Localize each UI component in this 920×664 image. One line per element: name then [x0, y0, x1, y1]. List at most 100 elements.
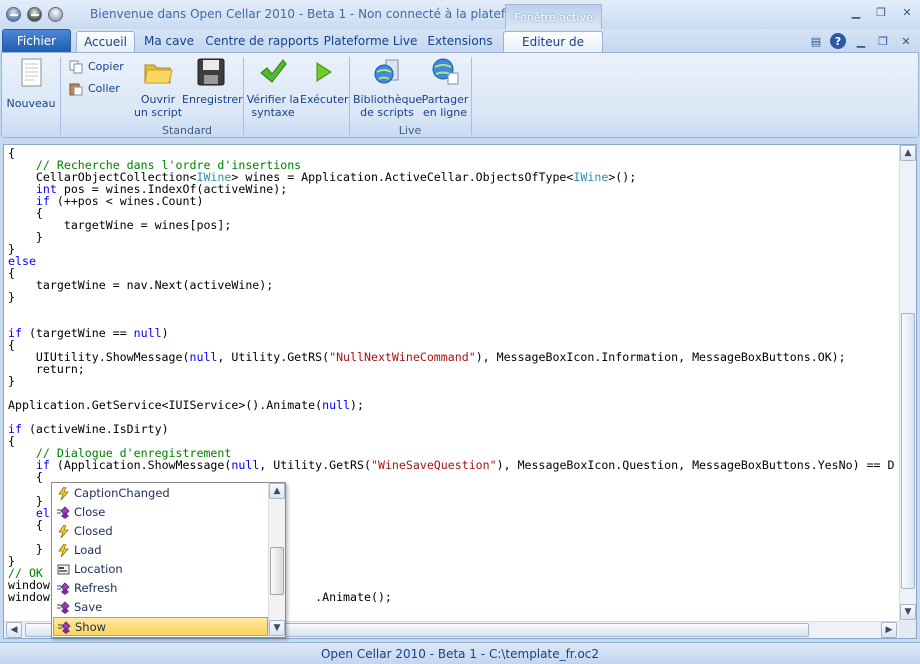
code-token: "NullNextWineCommand"	[329, 350, 476, 364]
autocomplete-item-refresh[interactable]: Refresh	[53, 579, 268, 598]
autocomplete-popup[interactable]: ▲ ▼ CaptionChanged Close Closed Load Locatio…	[51, 482, 286, 638]
mdi-close-icon[interactable]: ✕	[898, 33, 914, 49]
paste-icon	[69, 83, 83, 96]
close-icon[interactable]: ✕	[899, 6, 915, 20]
code-token: , Utility.GetRS(	[217, 350, 330, 364]
code-token: IWine	[573, 170, 609, 184]
autocomplete-item-label: Load	[74, 543, 102, 557]
scroll-up-arrow-icon[interactable]: ▲	[900, 145, 916, 161]
status-bar: Open Cellar 2010 - Beta 1 - C:\template_…	[0, 642, 920, 664]
code-line: }	[8, 243, 898, 255]
method-icon	[57, 506, 70, 519]
bibliotheque-scripts-button[interactable]: Bibliothèque de scripts	[353, 53, 423, 119]
autocomplete-item-label: Save	[74, 600, 103, 614]
scroll-left-arrow-icon[interactable]: ◀	[6, 622, 22, 638]
restore-icon[interactable]: ❐	[873, 6, 889, 20]
tab-ma-cave[interactable]: Ma cave	[140, 31, 198, 53]
code-token: Application.GetService<IUIService>().Ani…	[8, 398, 323, 412]
code-token: );	[350, 398, 364, 412]
autocomplete-item-location[interactable]: Location	[53, 560, 268, 579]
autocomplete-item-label: Refresh	[74, 581, 118, 595]
autocomplete-item-closed[interactable]: Closed	[53, 522, 268, 541]
window-title: Bienvenue dans Open Cellar 2010 - Beta 1…	[90, 7, 577, 21]
ouvrir-label-2: un script	[133, 106, 183, 119]
partager-en-ligne-button[interactable]: Partager en ligne	[421, 53, 469, 119]
popup-scrollbar[interactable]: ▲ ▼	[268, 483, 285, 637]
mdi-minimize-icon[interactable]: ▁	[853, 33, 869, 49]
nouveau-button[interactable]: Nouveau	[6, 53, 56, 110]
event-icon	[57, 486, 70, 501]
copier-label: Copier	[88, 60, 124, 73]
code-token: (Application.ShowMessage(	[49, 458, 232, 472]
autocomplete-item-load[interactable]: Load	[53, 541, 268, 560]
tab-accueil[interactable]: Accueil	[76, 31, 135, 53]
vertical-scrollbar[interactable]: ▲ ▼	[899, 145, 916, 621]
autocomplete-item-label: Show	[75, 620, 107, 634]
new-document-icon	[21, 58, 42, 87]
quick-minimize-orb-icon[interactable]	[27, 7, 42, 22]
code-token: targetWine = nav.Next(activeWine);	[8, 278, 274, 292]
tab-centre-de-rapports[interactable]: Centre de rapports	[205, 31, 319, 53]
title-bar: Bienvenue dans Open Cellar 2010 - Beta 1…	[0, 0, 920, 30]
file-menu-button[interactable]: Fichier	[2, 29, 71, 52]
executer-label: Exécuter	[300, 93, 349, 106]
property-icon	[57, 563, 70, 576]
popup-scroll-up-icon[interactable]: ▲	[269, 483, 285, 499]
code-line: if (++pos < wines.Count)	[8, 195, 898, 207]
autocomplete-item-label: Location	[74, 562, 123, 576]
coller-button[interactable]: Coller	[69, 81, 120, 97]
mdi-restore-icon[interactable]: ❐	[875, 33, 891, 49]
autocomplete-item-save[interactable]: Save	[53, 598, 268, 617]
code-line: UIUtility.ShowMessage(null, Utility.GetR…	[8, 351, 898, 363]
autocomplete-item-captionchanged[interactable]: CaptionChanged	[53, 484, 268, 503]
autocomplete-item-label: Close	[74, 505, 106, 519]
method-icon	[57, 582, 70, 595]
ribbon-separator	[60, 57, 61, 135]
method-icon	[57, 601, 70, 614]
vertical-scroll-thumb[interactable]	[901, 313, 915, 589]
quick-action-orb-icon[interactable]	[48, 7, 63, 22]
tab-plateforme-live[interactable]: Plateforme Live	[323, 31, 418, 53]
minimize-icon[interactable]: ▁	[848, 6, 864, 20]
bibliotheque-label-2: de scripts	[360, 106, 414, 119]
code-line: else	[8, 255, 898, 267]
autocomplete-item-label: Closed	[74, 524, 113, 538]
code-token: {	[8, 470, 43, 484]
play-icon	[316, 62, 332, 82]
code-token: return;	[8, 362, 85, 376]
verifier-syntaxe-button[interactable]: Vérifier la syntaxe	[246, 53, 300, 119]
app-menu-orb-icon[interactable]	[6, 7, 21, 22]
autocomplete-item-close[interactable]: Close	[53, 503, 268, 522]
code-line: if (activeWine.IsDirty)	[8, 423, 898, 435]
verifier-label-1: Vérifier la	[246, 93, 300, 106]
popup-scroll-thumb[interactable]	[270, 547, 284, 595]
popup-scroll-down-icon[interactable]: ▼	[269, 620, 285, 636]
help-icon[interactable]: ?	[830, 33, 846, 49]
code-token: ), MessageBoxIcon.Question, MessageBoxBu…	[496, 458, 895, 472]
code-token: >();	[608, 170, 637, 184]
code-line: }	[8, 291, 898, 303]
code-line: if (targetWine == null)	[8, 327, 898, 339]
enregistrer-label: Enregistrer	[182, 93, 243, 106]
partager-label-2: en ligne	[422, 106, 468, 119]
enregistrer-button[interactable]: Enregistrer	[182, 53, 243, 106]
autocomplete-item-show[interactable]: Show	[53, 617, 268, 636]
scroll-down-arrow-icon[interactable]: ▼	[900, 604, 916, 620]
tab-editeur-de-scripts[interactable]: Editeur de scripts	[503, 31, 603, 69]
code-token: ), MessageBoxIcon.Information, MessageBo…	[475, 350, 846, 364]
event-icon	[57, 524, 70, 539]
code-token: (activeWine.IsDirty)	[21, 422, 169, 436]
executer-button[interactable]: Exécuter	[300, 53, 349, 106]
bibliotheque-label-1: Bibliothèque	[353, 93, 423, 106]
code-token: null	[189, 350, 218, 364]
tab-extensions[interactable]: Extensions	[425, 31, 495, 53]
ouvrir-script-button[interactable]: Ouvrir un script	[133, 53, 183, 119]
context-tab-active-window: Fenêtre active	[505, 4, 602, 30]
scroll-right-arrow-icon[interactable]: ▶	[881, 622, 897, 638]
open-folder-icon	[144, 64, 173, 84]
window-switch-icon[interactable]: ▤	[808, 33, 824, 49]
copier-button[interactable]: Copier	[69, 59, 124, 75]
code-line: targetWine = wines[pos];	[8, 219, 898, 231]
code-token: window	[8, 590, 50, 604]
